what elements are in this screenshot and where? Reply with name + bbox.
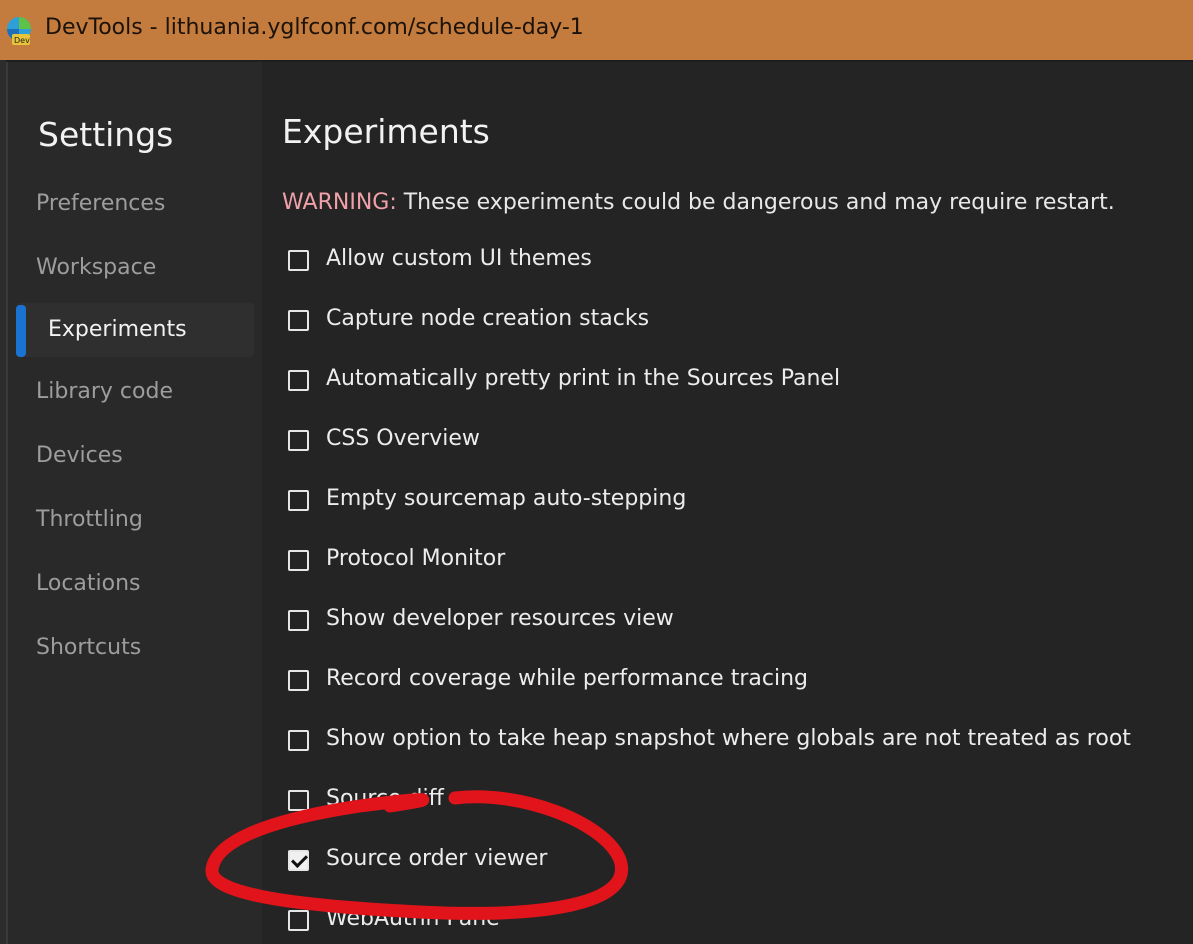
experiment-label: Record coverage while performance tracin… [326,666,808,691]
experiment-label: Capture node creation stacks [326,306,650,331]
experiment-checkbox[interactable] [288,670,309,691]
sidebar-item-locations[interactable]: Locations [16,557,254,611]
browser-app-icon: Dev [7,17,31,45]
experiments-panel: Experiments WARNING: These experiments c… [262,62,1193,944]
experiment-checkbox[interactable] [288,370,309,391]
sidebar-item-label: Experiments [48,317,187,342]
warning-text: These experiments could be dangerous and… [396,190,1115,215]
page-title: Experiments [282,112,490,151]
sidebar-item-label: Preferences [36,191,166,216]
sidebar-item-shortcuts[interactable]: Shortcuts [16,621,254,675]
experiment-checkbox[interactable] [288,250,309,271]
sidebar-item-label: Workspace [36,255,157,280]
experiment-label: Protocol Monitor [326,546,506,571]
experiment-checkbox[interactable] [288,310,309,331]
sidebar-item-experiments[interactable]: Experiments [16,303,254,357]
experiment-label: Allow custom UI themes [326,246,592,271]
experiment-label: WebAuthn Pane [326,906,500,931]
settings-sidebar: Settings Preferences Workspace Experimen… [8,62,262,944]
sidebar-item-preferences[interactable]: Preferences [16,177,254,231]
experiment-checkbox[interactable] [288,910,309,931]
sidebar-item-throttling[interactable]: Throttling [16,493,254,547]
sidebar-item-workspace[interactable]: Workspace [16,241,254,295]
window-titlebar: Dev DevTools - lithuania.yglfconf.com/sc… [0,0,1193,60]
experiment-label: Source order viewer [326,846,548,871]
selected-indicator [16,305,26,357]
experiment-checkbox[interactable] [288,730,309,751]
experiment-label: Automatically pretty print in the Source… [326,366,841,391]
sidebar-item-label: Library code [36,379,173,404]
sidebar-item-label: Throttling [36,507,143,532]
experiment-checkbox[interactable] [288,610,309,631]
sidebar-item-library-code[interactable]: Library code [16,365,254,419]
experiment-checkbox[interactable] [288,490,309,511]
sidebar-item-label: Locations [36,571,141,596]
warning-message: WARNING: These experiments could be dang… [282,190,1115,215]
settings-title: Settings [38,115,174,154]
settings-dialog: Settings Preferences Workspace Experimen… [6,62,1193,944]
experiment-label: Source diff [326,786,444,811]
experiment-label: Empty sourcemap auto-stepping [326,486,687,511]
sidebar-item-label: Shortcuts [36,635,142,660]
experiment-label: CSS Overview [326,426,480,451]
sidebar-item-devices[interactable]: Devices [16,429,254,483]
warning-tag: WARNING: [282,190,397,215]
experiment-label: Show option to take heap snapshot where … [326,726,1131,751]
window-title: DevTools - lithuania.yglfconf.com/schedu… [45,15,584,40]
experiment-checkbox[interactable] [288,790,309,811]
experiment-checkbox[interactable] [288,430,309,451]
experiment-checkbox[interactable] [288,550,309,571]
experiment-checkbox-checked[interactable] [288,850,309,871]
sidebar-item-label: Devices [36,443,123,468]
experiment-label: Show developer resources view [326,606,674,631]
svg-text:Dev: Dev [14,36,30,45]
